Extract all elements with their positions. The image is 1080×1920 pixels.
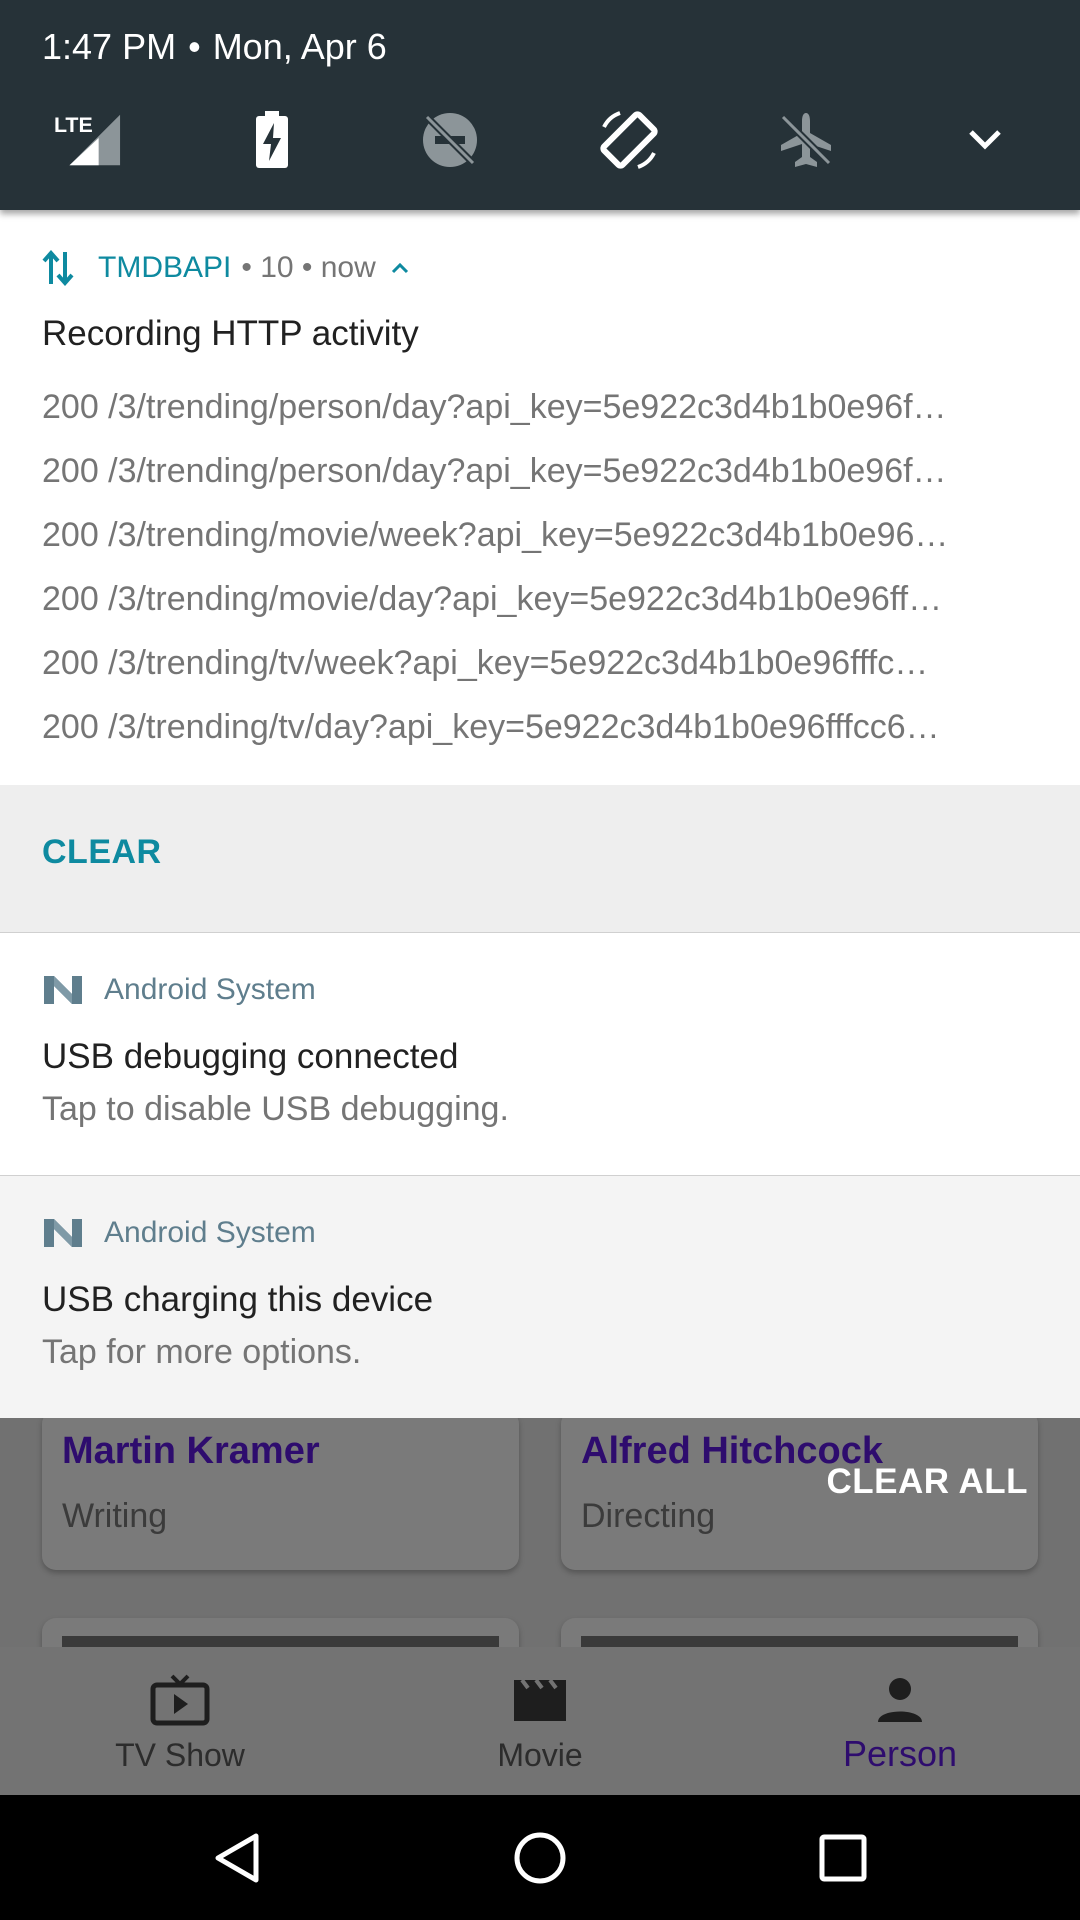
svg-text:LTE: LTE <box>54 113 93 137</box>
http-log-line: 200 /3/trending/tv/day?api_key=5e922c3d4… <box>42 708 940 746</box>
battery-charging-icon[interactable] <box>237 105 307 175</box>
nav-tv-show[interactable]: TV Show <box>30 1647 330 1795</box>
person-name: Martin Kramer <box>62 1430 320 1472</box>
notification-app-name: Android System <box>104 1216 316 1249</box>
status-time: 1:47 PM <box>42 26 177 67</box>
notification-header: Android System <box>42 1216 316 1250</box>
quick-settings-row: LTE <box>0 105 1080 175</box>
back-button[interactable] <box>206 1827 268 1889</box>
do-not-disturb-off-icon[interactable] <box>415 105 485 175</box>
android-n-icon <box>44 1219 82 1247</box>
notification-lines: 200 /3/trending/person/day?api_key=5e922… <box>42 375 1042 759</box>
status-datetime: 1:47 PM • Mon, Apr 6 <box>42 26 387 68</box>
nav-label: TV Show <box>115 1737 245 1773</box>
notification-app-name: Android System <box>104 973 316 1006</box>
clear-button[interactable]: CLEAR <box>42 833 162 872</box>
nav-label: Movie <box>497 1737 583 1773</box>
status-date: Mon, Apr 6 <box>212 26 387 67</box>
airplane-mode-icon[interactable] <box>771 105 841 175</box>
notification-title: USB debugging connected <box>42 1037 459 1076</box>
back-triangle-icon <box>215 1833 259 1883</box>
notification-subtitle: Tap to disable USB debugging. <box>42 1090 509 1128</box>
android-n-icon <box>44 976 82 1004</box>
nav-person[interactable]: Person <box>750 1647 1050 1795</box>
expand-chevron-icon[interactable] <box>950 105 1020 175</box>
auto-rotate-icon[interactable] <box>594 105 664 175</box>
home-button[interactable] <box>509 1827 571 1889</box>
notification-actions: CLEAR <box>0 785 1080 933</box>
notification-list: TMDBAPI • 10 • now Recording HTTP activi… <box>0 210 1080 1418</box>
notification-header: Android System <box>42 973 316 1007</box>
collapse-chevron-icon[interactable] <box>390 261 410 275</box>
notification-subtitle: Tap for more options. <box>42 1333 362 1371</box>
person-role: Writing <box>62 1497 168 1535</box>
system-navigation-bar <box>0 1795 1080 1920</box>
separator: • <box>188 26 201 67</box>
movie-clapper-icon <box>510 1672 570 1728</box>
data-transfer-icon <box>42 250 74 286</box>
person-card[interactable]: Martin Kramer Writing <box>42 1410 519 1570</box>
recents-square-icon <box>819 1834 867 1882</box>
tv-icon <box>150 1672 210 1728</box>
http-log-line: 200 /3/trending/tv/week?api_key=5e922c3d… <box>42 644 929 682</box>
notification-title: Recording HTTP activity <box>42 314 419 353</box>
http-log-line: 200 /3/trending/movie/day?api_key=5e922c… <box>42 580 943 618</box>
home-circle-icon <box>514 1832 566 1884</box>
person-icon <box>870 1672 930 1728</box>
notification-usb-debugging[interactable]: Android System USB debugging connected T… <box>0 933 1080 1176</box>
http-log-line: 200 /3/trending/person/day?api_key=5e922… <box>42 452 947 490</box>
http-log-line: 200 /3/trending/person/day?api_key=5e922… <box>42 388 947 426</box>
nav-label: Person <box>842 1733 958 1774</box>
recents-button[interactable] <box>812 1827 874 1889</box>
notification-title: USB charging this device <box>42 1280 434 1319</box>
bottom-navigation: TV Show Movie Person <box>0 1647 1080 1795</box>
notification-tmdbapi[interactable]: TMDBAPI • 10 • now Recording HTTP activi… <box>0 210 1080 785</box>
clear-all-button[interactable]: CLEAR ALL <box>826 1462 1028 1502</box>
notification-header: TMDBAPI • 10 • now <box>42 250 410 286</box>
http-log-line: 200 /3/trending/movie/week?api_key=5e922… <box>42 516 949 554</box>
signal-lte-icon[interactable]: LTE <box>52 105 122 175</box>
person-role: Directing <box>581 1497 716 1535</box>
quick-settings-header: 1:47 PM • Mon, Apr 6 LTE <box>0 0 1080 210</box>
nav-movie[interactable]: Movie <box>390 1647 690 1795</box>
notification-app-name: TMDBAPI <box>98 251 232 284</box>
notification-usb-charging[interactable]: Android System USB charging this device … <box>0 1176 1080 1418</box>
notification-meta: • 10 • now <box>241 251 376 284</box>
